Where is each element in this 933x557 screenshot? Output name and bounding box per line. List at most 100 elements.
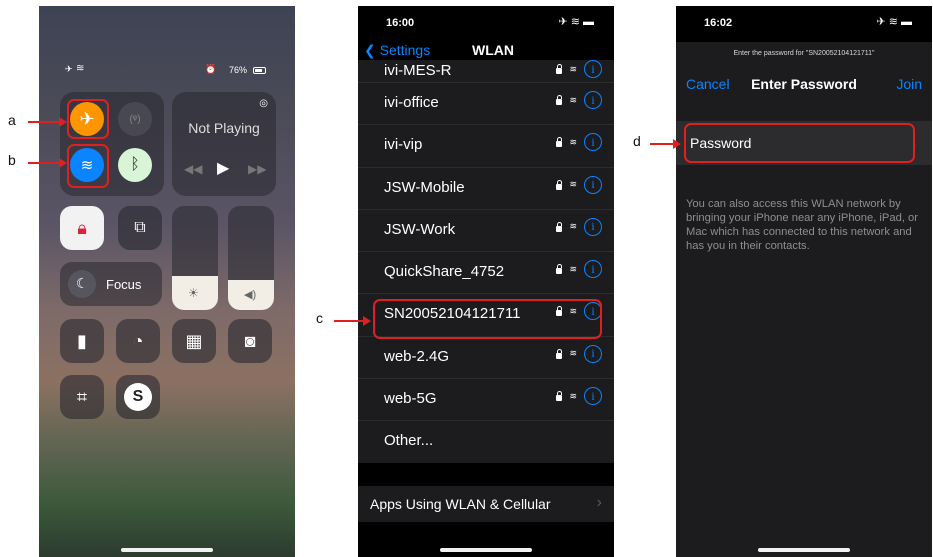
lock-icon <box>556 221 563 232</box>
focus-label: Focus <box>106 277 142 292</box>
annotation-box-c <box>373 299 602 339</box>
network-name: JSW-Mobile <box>384 178 465 196</box>
home-indicator[interactable] <box>758 548 850 552</box>
info-icon[interactable]: i <box>584 91 602 109</box>
airplay-icon[interactable]: ◎ <box>259 98 268 109</box>
network-name: QuickShare_4752 <box>384 263 505 281</box>
camera-button[interactable]: ◙ <box>228 319 272 363</box>
network-row[interactable]: JSW-Work ≋ i <box>358 210 614 253</box>
brightness-slider[interactable]: ☀ <box>172 206 218 310</box>
timer-button[interactable]: ◔ <box>116 319 160 363</box>
info-icon[interactable]: i <box>584 175 602 194</box>
annotation-label-c: c <box>316 310 323 326</box>
wifi-signal-icon: ≋ <box>569 136 577 147</box>
shazam-icon: S <box>124 383 152 411</box>
back-label: Settings <box>379 42 431 58</box>
bluetooth-icon: ᛒ <box>130 156 140 173</box>
annotation-label-a: a <box>8 112 16 128</box>
flashlight-icon: ▮ <box>77 330 87 351</box>
wifi-signal-icon: ≋ <box>569 179 577 190</box>
flashlight-button[interactable]: ▮ <box>60 319 104 363</box>
network-row[interactable]: ivi-office ≋ i <box>358 83 614 126</box>
apps-using-wlan-label: Apps Using WLAN & Cellular <box>370 496 551 512</box>
network-row[interactable]: web-2.4G ≋ i <box>358 337 614 380</box>
network-row[interactable]: ivi-MES-R ≋ i <box>358 60 614 83</box>
lock-icon <box>556 264 563 275</box>
now-playing-tile[interactable]: ◎ Not Playing ◀◀ ▶ ▶▶ <box>172 92 276 196</box>
rewind-icon[interactable]: ◀◀ <box>184 162 202 176</box>
lock-icon <box>556 391 563 402</box>
chevron-left-icon: ❮ <box>364 42 376 58</box>
brightness-icon: ☀ <box>188 286 199 300</box>
navigation-bar: ❮ Settings WLAN <box>364 42 614 62</box>
wlan-settings-screen: 16:00 ✈ ≋ ▬ ❮ Settings WLAN ivi-MES-R ≋ i… <box>358 6 614 557</box>
network-list: ivi-MES-R ≋ i ivi-office ≋ i ivi-vip ≋ i JS… <box>358 60 614 463</box>
info-icon[interactable]: i <box>584 60 602 78</box>
status-time: 16:02 <box>704 17 733 29</box>
home-indicator[interactable] <box>440 548 532 552</box>
orientation-lock-button[interactable]: 🔒︎ <box>60 206 104 250</box>
join-button[interactable]: Join <box>896 76 922 92</box>
lock-icon <box>556 348 563 359</box>
screen-mirroring-icon: ⧉ <box>134 219 146 236</box>
home-indicator[interactable] <box>121 548 213 552</box>
info-icon[interactable]: i <box>584 260 602 279</box>
bluetooth-toggle[interactable]: ᛒ <box>118 148 152 182</box>
enter-password-screen: 16:02 ✈ ≋ ▬ Enter the password for "SN20… <box>676 6 932 557</box>
network-row[interactable]: ivi-vip ≋ i <box>358 125 614 168</box>
play-icon[interactable]: ▶ <box>217 158 229 178</box>
annotation-arrow-c <box>334 316 371 326</box>
qr-code-icon: ⌗ <box>76 386 88 407</box>
lock-icon <box>556 95 563 105</box>
calculator-icon: ▦ <box>185 330 203 351</box>
network-name: web-2.4G <box>384 347 450 365</box>
code-scanner-button[interactable]: ⌗ <box>60 375 104 419</box>
annotation-arrow-b <box>28 158 67 168</box>
wifi-status-icon: ≋ <box>76 63 85 74</box>
password-sheet <box>676 42 932 557</box>
info-icon[interactable]: i <box>584 387 602 406</box>
shazam-button[interactable]: S <box>116 375 160 419</box>
info-icon[interactable]: i <box>584 344 602 363</box>
info-icon[interactable]: i <box>584 133 602 152</box>
forward-icon[interactable]: ▶▶ <box>248 162 266 176</box>
wifi-signal-icon: ≋ <box>569 263 577 274</box>
other-network-row[interactable]: Other... <box>358 421 614 462</box>
orientation-lock-icon: 🔒︎ <box>77 217 87 238</box>
network-name: web-5G <box>384 390 437 408</box>
network-name: ivi-MES-R <box>384 62 452 79</box>
help-text: You can also access this WLAN network by… <box>686 198 918 252</box>
battery-icon <box>253 67 266 74</box>
back-button[interactable]: ❮ Settings <box>364 42 430 59</box>
airplane-status-icon: ✈ <box>65 64 73 74</box>
chevron-right-icon: › <box>596 494 602 511</box>
wifi-signal-icon: ≋ <box>569 390 577 401</box>
apps-using-wlan-row[interactable]: Apps Using WLAN & Cellular › <box>358 486 614 522</box>
network-row[interactable]: JSW-Mobile ≋ i <box>358 168 614 210</box>
wifi-signal-icon: ≋ <box>569 348 577 359</box>
annotation-label-d: d <box>633 133 641 149</box>
network-name: ivi-office <box>384 94 439 111</box>
wifi-signal-icon: ≋ <box>569 63 577 74</box>
calculator-button[interactable]: ▦ <box>172 319 216 363</box>
screen-mirroring-button[interactable]: ⧉ <box>118 206 162 250</box>
status-icons: ✈ ≋ ▬ <box>876 16 912 28</box>
network-row[interactable]: web-5G ≋ i <box>358 379 614 422</box>
info-icon[interactable]: i <box>584 217 602 236</box>
focus-button[interactable]: ☾ Focus <box>60 262 162 306</box>
page-title: Enter Password <box>751 76 857 92</box>
network-row[interactable]: QuickShare_4752 ≋ i <box>358 252 614 295</box>
timer-icon: ◔ <box>132 330 144 351</box>
battery-percent: 76% <box>229 65 248 75</box>
lock-icon <box>556 137 563 148</box>
password-prompt: Enter the password for "SN20052104121711… <box>733 50 875 57</box>
status-bar: ✈ ≋ ⏰ 76% <box>39 63 295 78</box>
cellular-data-toggle[interactable]: (ᵠ) <box>118 102 152 136</box>
volume-slider[interactable]: ◀) <box>228 206 274 310</box>
antenna-icon: (ᵠ) <box>129 113 141 125</box>
annotation-box-b <box>67 144 109 188</box>
alarm-icon: ⏰ <box>205 64 217 74</box>
camera-icon: ◙ <box>244 330 256 351</box>
annotation-arrow-a <box>28 117 67 127</box>
lock-icon <box>556 179 563 190</box>
